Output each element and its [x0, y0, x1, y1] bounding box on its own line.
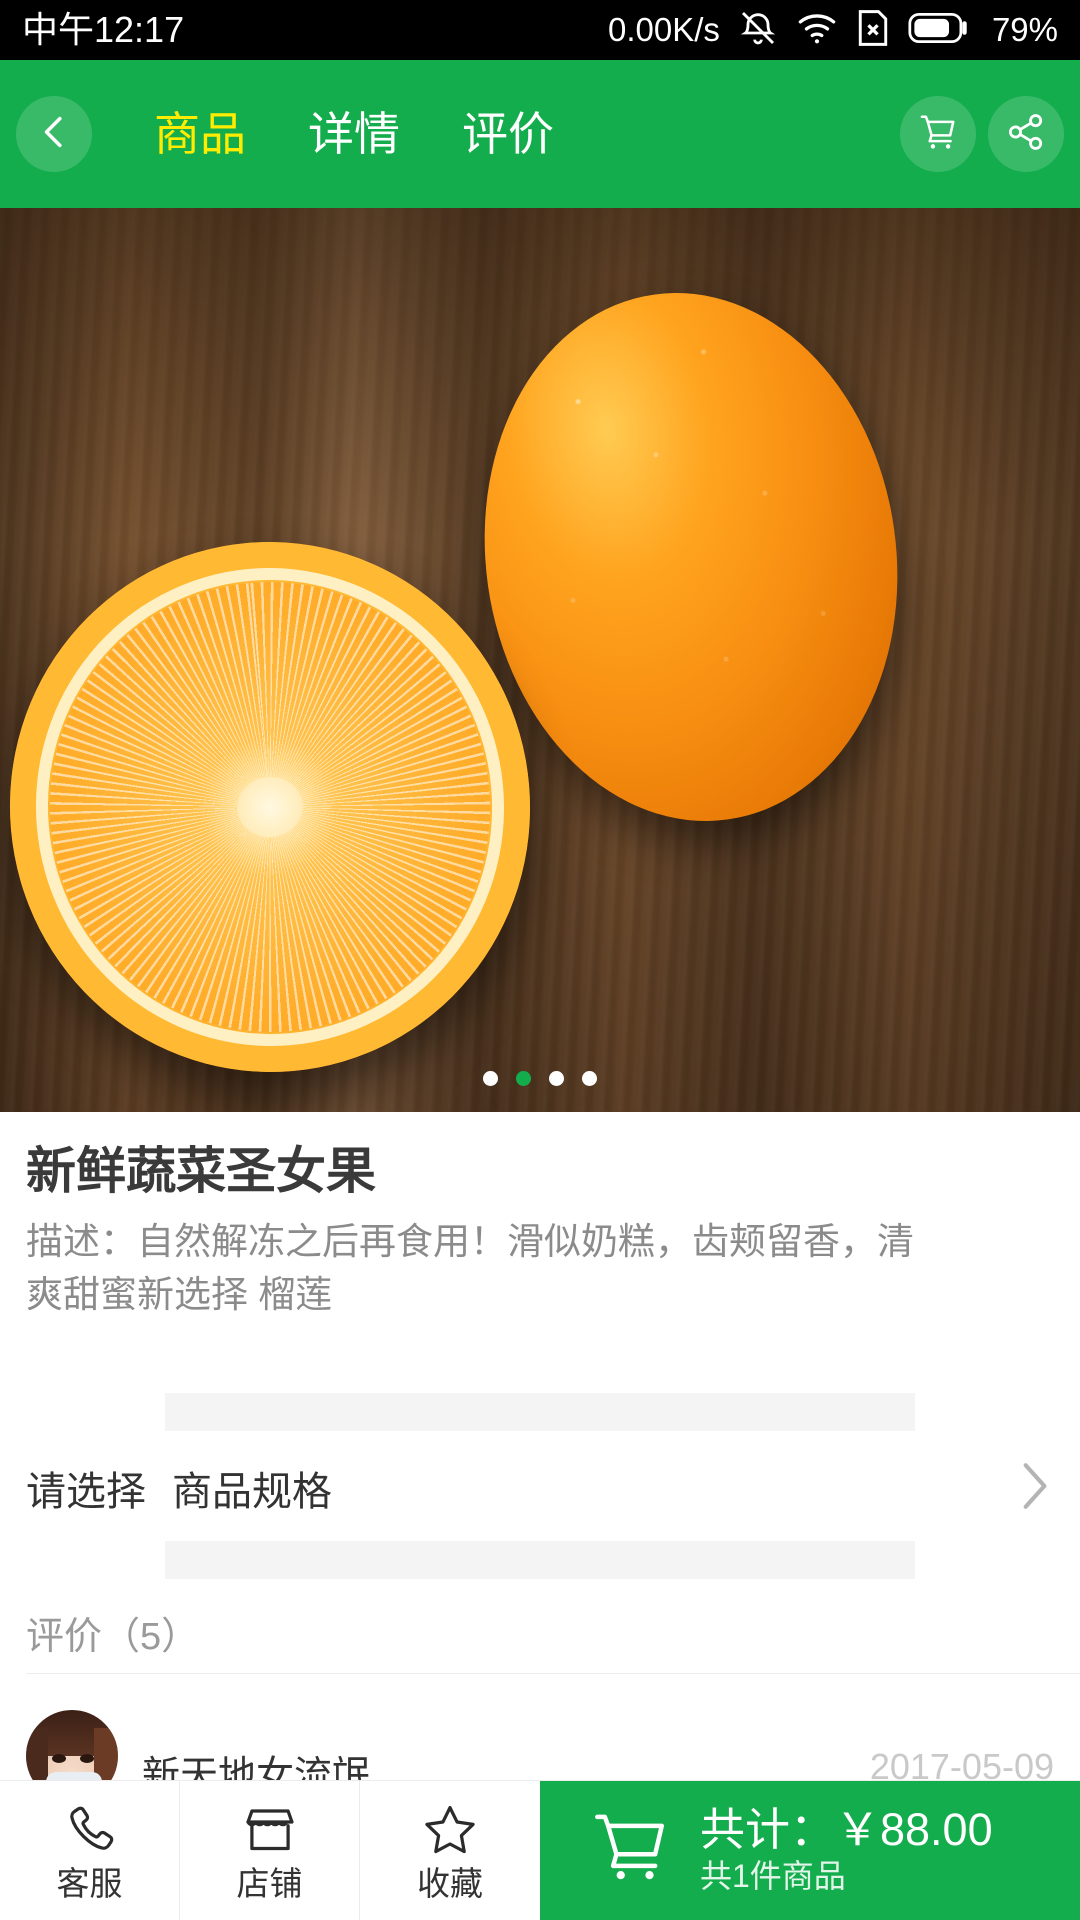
favorite-button[interactable]: 收藏: [360, 1781, 540, 1920]
spec-label: 请选择: [26, 1470, 146, 1514]
header-tabs: 商品 详情 评价: [152, 105, 556, 163]
checkout-total-label: 共计：￥88.00: [700, 1803, 993, 1855]
spec-selector-row[interactable]: 请选择 商品规格: [0, 1445, 1080, 1531]
placeholder-bar-bottom: [165, 1541, 915, 1579]
chevron-left-icon: [34, 112, 74, 157]
shop-button[interactable]: 店铺: [180, 1781, 360, 1920]
sim-card-x-icon: [856, 8, 890, 53]
chevron-right-icon: [1014, 1459, 1054, 1518]
tab-reviews[interactable]: 评价: [460, 105, 556, 163]
shop-label: 店铺: [236, 1864, 303, 1902]
carousel-dot-1[interactable]: [483, 1071, 498, 1086]
status-icons: 0.00K/s 79%: [608, 0, 1058, 60]
status-clock: 中午12:17: [22, 9, 185, 50]
bottom-action-bar: 客服 店铺 收藏 共计：￥88.00 共1件商品: [0, 1780, 1080, 1920]
share-button[interactable]: [988, 96, 1064, 172]
reviews-divider: [26, 1673, 1080, 1674]
status-bar: 中午12:17 0.00K/s 79%: [0, 0, 1080, 60]
carousel-dot-2[interactable]: [516, 1071, 531, 1086]
product-photo: [0, 208, 1080, 1112]
star-icon: [422, 1802, 478, 1863]
checkout-text: 共计：￥88.00 共1件商品: [700, 1804, 993, 1897]
customer-service-label: 客服: [56, 1864, 123, 1902]
shop-icon: [242, 1802, 298, 1863]
checkout-count-label: 共1件商品: [700, 1857, 846, 1894]
network-speed-label: 0.00K/s: [608, 11, 720, 48]
product-image-carousel[interactable]: [0, 208, 1080, 1112]
carousel-dot-4[interactable]: [582, 1071, 597, 1086]
battery-icon: [908, 11, 970, 50]
avatar-eye-left: [52, 1754, 66, 1763]
battery-percent-label: 79%: [991, 11, 1058, 48]
back-button[interactable]: [16, 96, 92, 172]
cart-icon: [588, 1805, 674, 1896]
cart-icon: [916, 110, 960, 159]
placeholder-bar-top: [165, 1393, 915, 1431]
phone-icon: [62, 1802, 118, 1863]
avatar-eye-right: [80, 1754, 94, 1763]
app-header: 商品 详情 评价: [0, 60, 1080, 208]
tab-product[interactable]: 商品: [152, 105, 248, 163]
tab-details[interactable]: 详情: [306, 105, 402, 163]
carousel-dots: [0, 1071, 1080, 1086]
favorite-label: 收藏: [417, 1864, 483, 1902]
reviews-section-title: 评价（5）: [26, 1616, 200, 1658]
carousel-dot-3[interactable]: [549, 1071, 564, 1086]
product-description: 描述：自然解冻之后再食用！滑似奶糕，齿颊留香，清爽甜蜜新选择 榴莲: [26, 1220, 914, 1316]
product-info: 新鲜蔬菜圣女果 描述：自然解冻之后再食用！滑似奶糕，齿颊留香，清爽甜蜜新选择 榴…: [0, 1112, 1080, 1322]
share-icon: [1005, 111, 1047, 158]
cart-button[interactable]: [900, 96, 976, 172]
spec-value: 商品规格: [172, 1470, 332, 1514]
checkout-button[interactable]: 共计：￥88.00 共1件商品: [540, 1781, 1080, 1920]
wifi-icon: [796, 8, 838, 53]
header-actions: [900, 96, 1064, 172]
customer-service-button[interactable]: 客服: [0, 1781, 180, 1920]
mute-icon: [738, 8, 778, 53]
product-title: 新鲜蔬菜圣女果: [26, 1143, 376, 1199]
